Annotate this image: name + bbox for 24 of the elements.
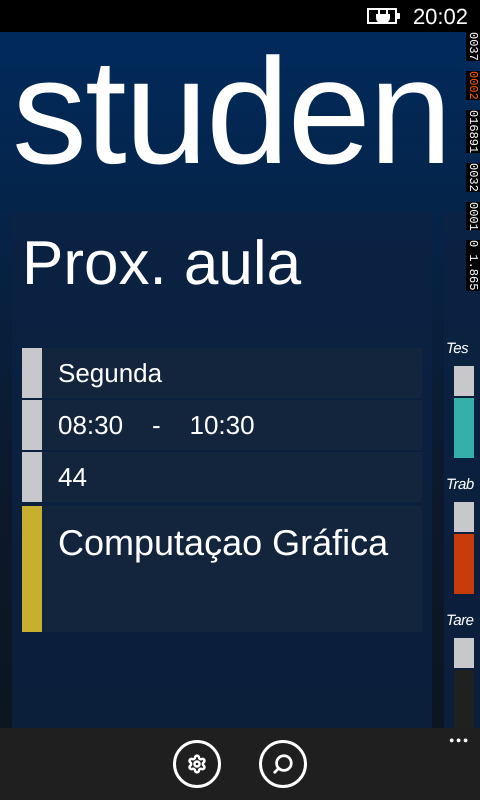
clock-time: 20:02 — [412, 2, 468, 30]
row-text: 08:30 - 10:30 — [58, 408, 255, 442]
row-text: 44 — [58, 460, 87, 494]
group-label: Tes — [446, 339, 470, 359]
row-text: Computaçao Gráfica — [58, 521, 388, 565]
group-label: Tare — [446, 611, 474, 631]
search-button[interactable] — [259, 740, 307, 788]
app-title: studen — [12, 36, 450, 186]
status-square — [454, 366, 474, 396]
settings-icon — [187, 754, 207, 774]
debug-counter: 0001 — [466, 202, 480, 230]
group-label: Trab — [446, 475, 475, 495]
settings-button[interactable] — [173, 740, 221, 788]
status-square — [454, 502, 474, 532]
debug-counter: 0 1.865 — [466, 240, 480, 291]
debug-counter: 0002 — [466, 70, 480, 100]
debug-counter: 0032 — [466, 162, 480, 192]
debug-counter: 0037 — [466, 32, 480, 61]
debug-counter: 016891 — [466, 110, 480, 153]
more-button[interactable]: ••• — [449, 730, 470, 751]
panel-heading: Prox. aula — [22, 228, 302, 300]
search-icon — [272, 753, 294, 775]
status-square — [454, 638, 474, 668]
row-text: Segunda — [58, 356, 162, 390]
